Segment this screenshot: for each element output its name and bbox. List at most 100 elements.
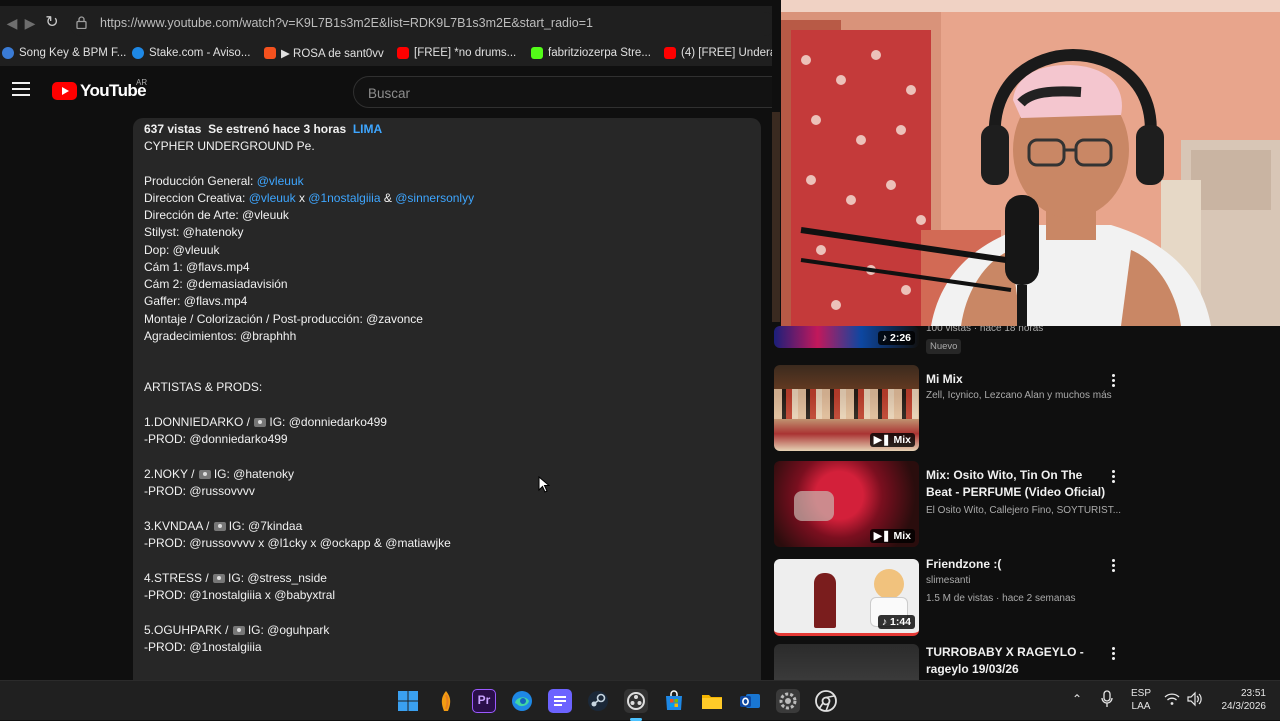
back-icon[interactable]: ◀	[2, 13, 22, 33]
related-thumbnail[interactable]: ♪ 1:44	[774, 559, 919, 636]
youtube-play-icon	[52, 82, 77, 100]
youtube-logo[interactable]: YouTube	[52, 80, 147, 102]
edge-icon[interactable]	[510, 689, 534, 713]
bookmark-free-underground[interactable]: (4) [FREE] Undera...	[664, 44, 780, 62]
bookmark-label: [FREE] *no drums...	[414, 47, 517, 59]
related-title[interactable]: Mix: Osito Wito, Tin On The Beat - PERFU…	[926, 467, 1106, 501]
view-count: 637 vistas	[144, 122, 202, 136]
related-thumbnail[interactable]: ▶❚ Mix	[774, 365, 919, 451]
clock-time: 23:51	[1240, 688, 1266, 699]
artist-name: 2.NOKY /	[144, 467, 195, 481]
artist-line: 5.OGUHPARK / IG: @oguhpark	[144, 623, 329, 637]
camera-icon	[232, 626, 245, 635]
related-thumbnail[interactable]: ▶❚ Mix	[774, 461, 919, 547]
duration-badge: ▶❚ Mix	[869, 433, 915, 447]
artist-prod: -PROD: @1nostalgiiia	[144, 640, 262, 654]
outlook-icon[interactable]	[738, 689, 762, 713]
related-thumbnail[interactable]	[774, 644, 919, 680]
video-description[interactable]: 637 vistas Se estrenó hace 3 horas LIMA …	[133, 118, 761, 680]
related-title[interactable]: Friendzone :(	[926, 556, 1106, 573]
artist-name: 5.OGUHPARK /	[144, 623, 229, 637]
bookmark-rosa[interactable]: ▶ ROSA de sant0vv	[264, 44, 384, 62]
bookmark-label: Song Key & BPM F...	[19, 47, 127, 59]
camera-icon	[213, 574, 226, 583]
artist-prod: -PROD: @russovvvv	[144, 484, 255, 498]
related-meta: 1.5 M de vistas · hace 2 semanas	[926, 593, 1076, 604]
artist-name: 3.KVNDAA /	[144, 519, 210, 533]
more-options-icon[interactable]	[1112, 374, 1116, 388]
store-icon[interactable]	[662, 689, 686, 713]
file-explorer-icon[interactable]	[700, 689, 724, 713]
bookmark-label: Stake.com - Aviso...	[149, 47, 251, 59]
bookmark-free-no-drums[interactable]: [FREE] *no drums...	[397, 44, 516, 62]
credit-label: Direccion Creativa:	[144, 191, 246, 205]
bookmark-song-key[interactable]: Song Key & BPM F...	[2, 44, 126, 62]
search-box[interactable]	[353, 76, 780, 108]
bookmark-favicon-icon	[264, 47, 276, 59]
reload-icon[interactable]: ↻	[42, 13, 62, 33]
language-indicator[interactable]: ESP LAA	[1128, 687, 1154, 713]
wifi-icon[interactable]	[1164, 692, 1180, 709]
related-channel[interactable]: slimesanti	[926, 575, 970, 586]
credit-creative-direction: Direccion Creativa: @vleuuk x @1nostalgi…	[144, 191, 474, 205]
artists-header: ARTISTAS & PRODS:	[144, 380, 263, 394]
related-thumbnail-partial	[772, 112, 780, 322]
microphone-icon[interactable]	[1100, 690, 1114, 711]
camera-icon	[198, 470, 211, 479]
location-hashtag[interactable]: LIMA	[353, 122, 382, 136]
browser-toolbar: ◀ ▶ ↻ https://www.youtube.com/watch?v=K9…	[0, 6, 780, 40]
artist-ig: IG: @donniedarko499	[269, 415, 387, 429]
description-stats: 637 vistas Se estrenó hace 3 horas LIMA	[144, 122, 382, 136]
windows-start-icon[interactable]	[396, 689, 420, 713]
chrome-icon[interactable]	[814, 689, 838, 713]
notes-app-icon[interactable]	[548, 689, 572, 713]
language-code: ESP	[1130, 688, 1151, 699]
bookmark-kick-stream[interactable]: fabritziozerpa Stre...	[531, 44, 651, 62]
more-options-icon[interactable]	[1112, 470, 1116, 484]
related-title[interactable]: TURROBABY X RAGEYLO - rageylo 19/03/26	[926, 644, 1106, 678]
obs-icon[interactable]	[624, 689, 648, 721]
new-badge: Nuevo	[926, 339, 962, 354]
bookmark-favicon-icon	[2, 47, 14, 59]
artist-name: 1.DONNIEDARKO /	[144, 415, 251, 429]
address-bar[interactable]: https://www.youtube.com/watch?v=K9L7B1s3…	[70, 12, 776, 36]
url-text: https://www.youtube.com/watch?v=K9L7B1s3…	[100, 16, 593, 30]
tray-chevron-icon[interactable]: ⌃	[1072, 692, 1082, 706]
clock[interactable]: 23:51 24/3/2026	[1210, 687, 1267, 713]
duration-text: Mix	[893, 434, 911, 446]
mention-link[interactable]: @1nostalgiiia	[308, 191, 380, 205]
duration-text: Mix	[893, 530, 911, 542]
mention-link[interactable]: @vleuuk	[249, 191, 296, 205]
duration-badge: ♪ 1:44	[877, 615, 915, 629]
more-options-icon[interactable]	[1112, 647, 1116, 661]
bookmarks-bar: Song Key & BPM F... Stake.com - Aviso...…	[0, 40, 780, 66]
premiere-time: Se estrenó hace 3 horas	[208, 122, 347, 136]
menu-icon[interactable]	[12, 82, 30, 96]
credit-line: Dop: @vleuuk	[144, 243, 220, 257]
webcam-overlay	[781, 0, 1280, 326]
related-title[interactable]: Mi Mix	[926, 371, 1106, 388]
forward-icon[interactable]: ▶	[20, 13, 40, 33]
premiere-pro-icon[interactable]: Pr	[472, 689, 496, 713]
steam-icon[interactable]	[586, 689, 610, 713]
credit-line: Montaje / Colorización / Post-producción…	[144, 312, 423, 326]
bookmark-stake[interactable]: Stake.com - Aviso...	[132, 44, 250, 62]
artist-prod: -PROD: @1nostalgiiia x @babyxtral	[144, 588, 336, 602]
bookmark-label: fabritziozerpa Stre...	[548, 47, 651, 59]
search-input[interactable]	[368, 83, 768, 103]
thumbnail-crowd	[774, 389, 919, 419]
more-options-icon[interactable]	[1112, 559, 1116, 573]
related-thumbnail[interactable]: ♪ 2:26	[774, 326, 919, 348]
settings-icon[interactable]	[776, 689, 800, 713]
mention-link[interactable]: @vleuuk	[257, 174, 304, 188]
fl-studio-icon[interactable]	[434, 689, 458, 713]
artist-prod: -PROD: @donniedarko499	[144, 432, 288, 446]
credit-line: Agradecimientos: @braphhh	[144, 329, 297, 343]
artist-line: 2.NOKY / IG: @hatenoky	[144, 467, 294, 481]
artist-name: 4.STRESS /	[144, 571, 209, 585]
artist-line: 1.DONNIEDARKO / IG: @donniedarko499	[144, 415, 387, 429]
mention-link[interactable]: @sinnersonlyy	[395, 191, 474, 205]
lock-icon	[76, 16, 92, 32]
youtube-favicon-icon	[397, 47, 409, 59]
volume-icon[interactable]	[1186, 691, 1204, 710]
